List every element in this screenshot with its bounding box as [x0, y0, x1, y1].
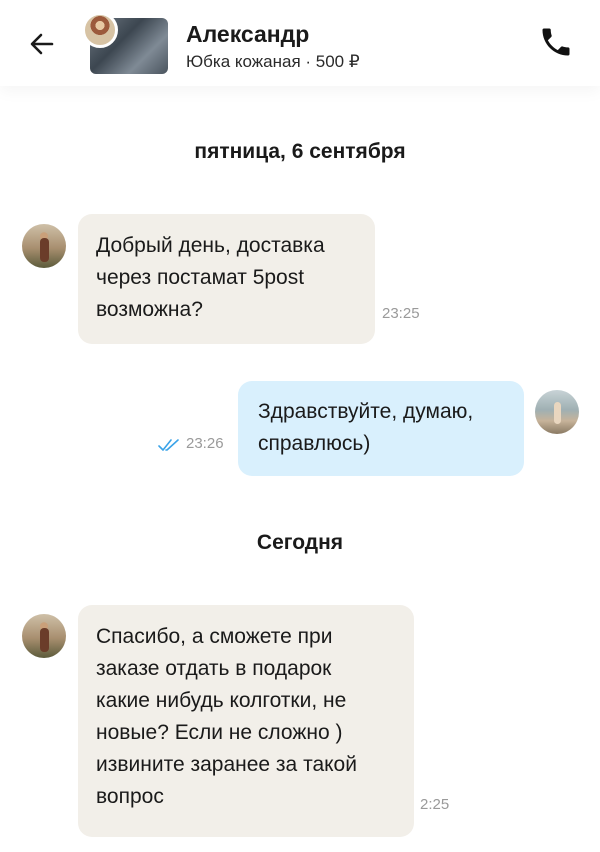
- date-separator: Сегодня: [256, 531, 344, 554]
- seller-avatar-small: [82, 12, 118, 48]
- contact-name[interactable]: Александр: [186, 21, 309, 48]
- seller-avatar[interactable]: [22, 224, 66, 268]
- message-bubble-incoming[interactable]: Спасибо, а сможете при заказе отдать в п…: [78, 605, 414, 837]
- chat-header: Александр Юбка кожаная · 500 ₽: [0, 0, 600, 86]
- my-avatar[interactable]: [535, 390, 579, 434]
- back-button[interactable]: [26, 28, 58, 60]
- message-time: 2:25: [420, 796, 450, 813]
- arrow-left-icon: [30, 33, 54, 55]
- read-status: [158, 438, 180, 452]
- call-button[interactable]: [538, 24, 574, 60]
- phone-icon: [542, 28, 570, 56]
- listing-thumbnail[interactable]: [82, 12, 168, 74]
- seller-avatar[interactable]: [22, 614, 66, 658]
- message-bubble-outgoing[interactable]: Здравствуйте, думаю, справлюсь): [238, 381, 524, 476]
- date-separator: пятница, 6 сентября: [194, 140, 406, 163]
- message-time: 23:25: [382, 305, 420, 322]
- product-title-price[interactable]: Юбка кожаная · 500 ₽: [186, 52, 360, 72]
- message-bubble-incoming[interactable]: Добрый день, доставка через постамат 5po…: [78, 214, 375, 344]
- double-check-icon: [158, 439, 179, 451]
- message-time: 23:26: [186, 435, 224, 452]
